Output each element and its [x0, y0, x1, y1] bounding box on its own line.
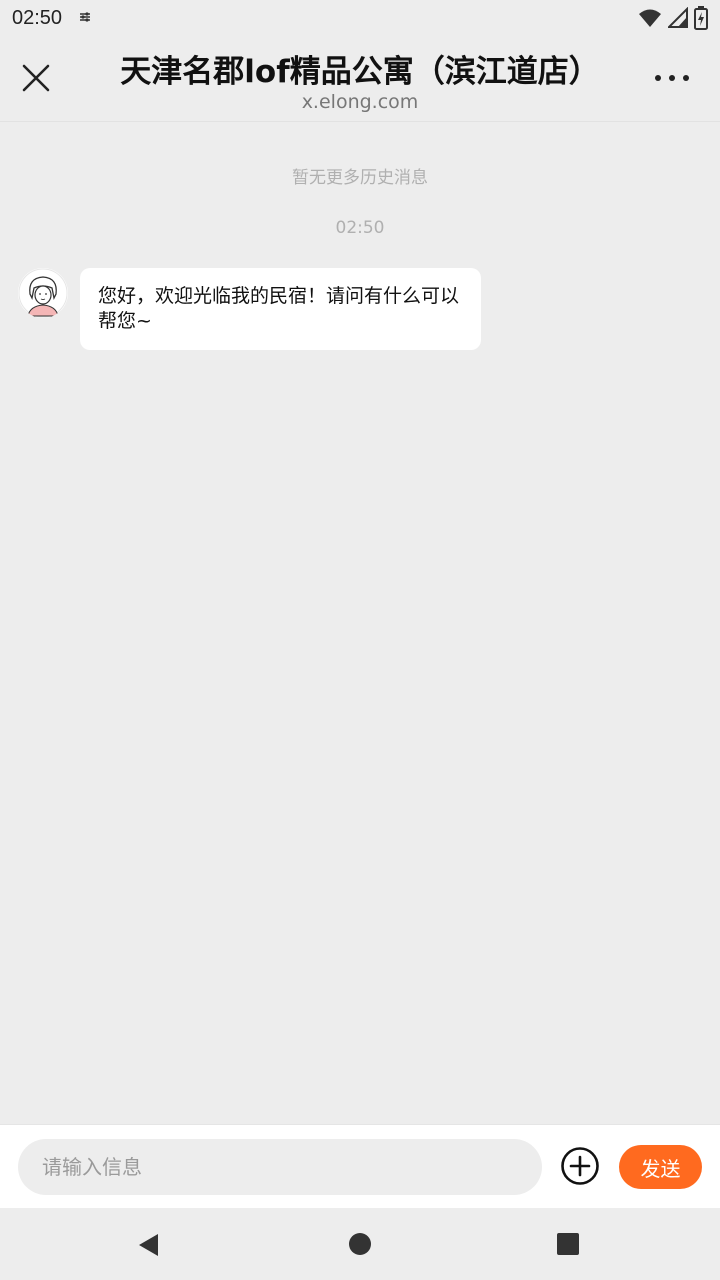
message-input[interactable]: [18, 1139, 542, 1195]
battery-charging-icon: [694, 6, 708, 30]
chat-screen: 02:50 天津名郡lof精品公寓（滨江道店） x.elong.com 暂无更多…: [0, 0, 720, 1280]
message-timestamp: 02:50: [335, 218, 385, 238]
home-circle-icon[interactable]: [348, 1232, 372, 1256]
wifi-icon: [639, 9, 661, 27]
more-icon[interactable]: [652, 66, 692, 90]
status-bar: 02:50: [0, 0, 720, 36]
back-triangle-icon[interactable]: [136, 1232, 162, 1258]
no-history-notice: 暂无更多历史消息: [292, 168, 428, 188]
recents-square-icon[interactable]: [556, 1232, 580, 1256]
signal-icon: [668, 7, 688, 28]
page-title: 天津名郡lof精品公寓（滨江道店）: [120, 54, 600, 90]
page-subtitle: x.elong.com: [301, 91, 419, 113]
plus-circle-icon[interactable]: [560, 1146, 600, 1186]
host-avatar[interactable]: [18, 268, 68, 318]
close-icon[interactable]: [18, 60, 54, 96]
status-icons: [638, 6, 708, 30]
avatar-illustration-icon: [18, 268, 68, 318]
send-button[interactable]: 发送: [619, 1145, 702, 1189]
system-nav-bar: [0, 1208, 720, 1280]
header: 天津名郡lof精品公寓（滨江道店） x.elong.com: [0, 36, 720, 122]
message-bubble: 您好，欢迎光临我的民宿！请问有什么可以帮您~: [80, 268, 481, 350]
notification-icon: [80, 12, 90, 22]
message-composer: 发送: [0, 1124, 720, 1208]
status-time: 02:50: [12, 7, 63, 29]
